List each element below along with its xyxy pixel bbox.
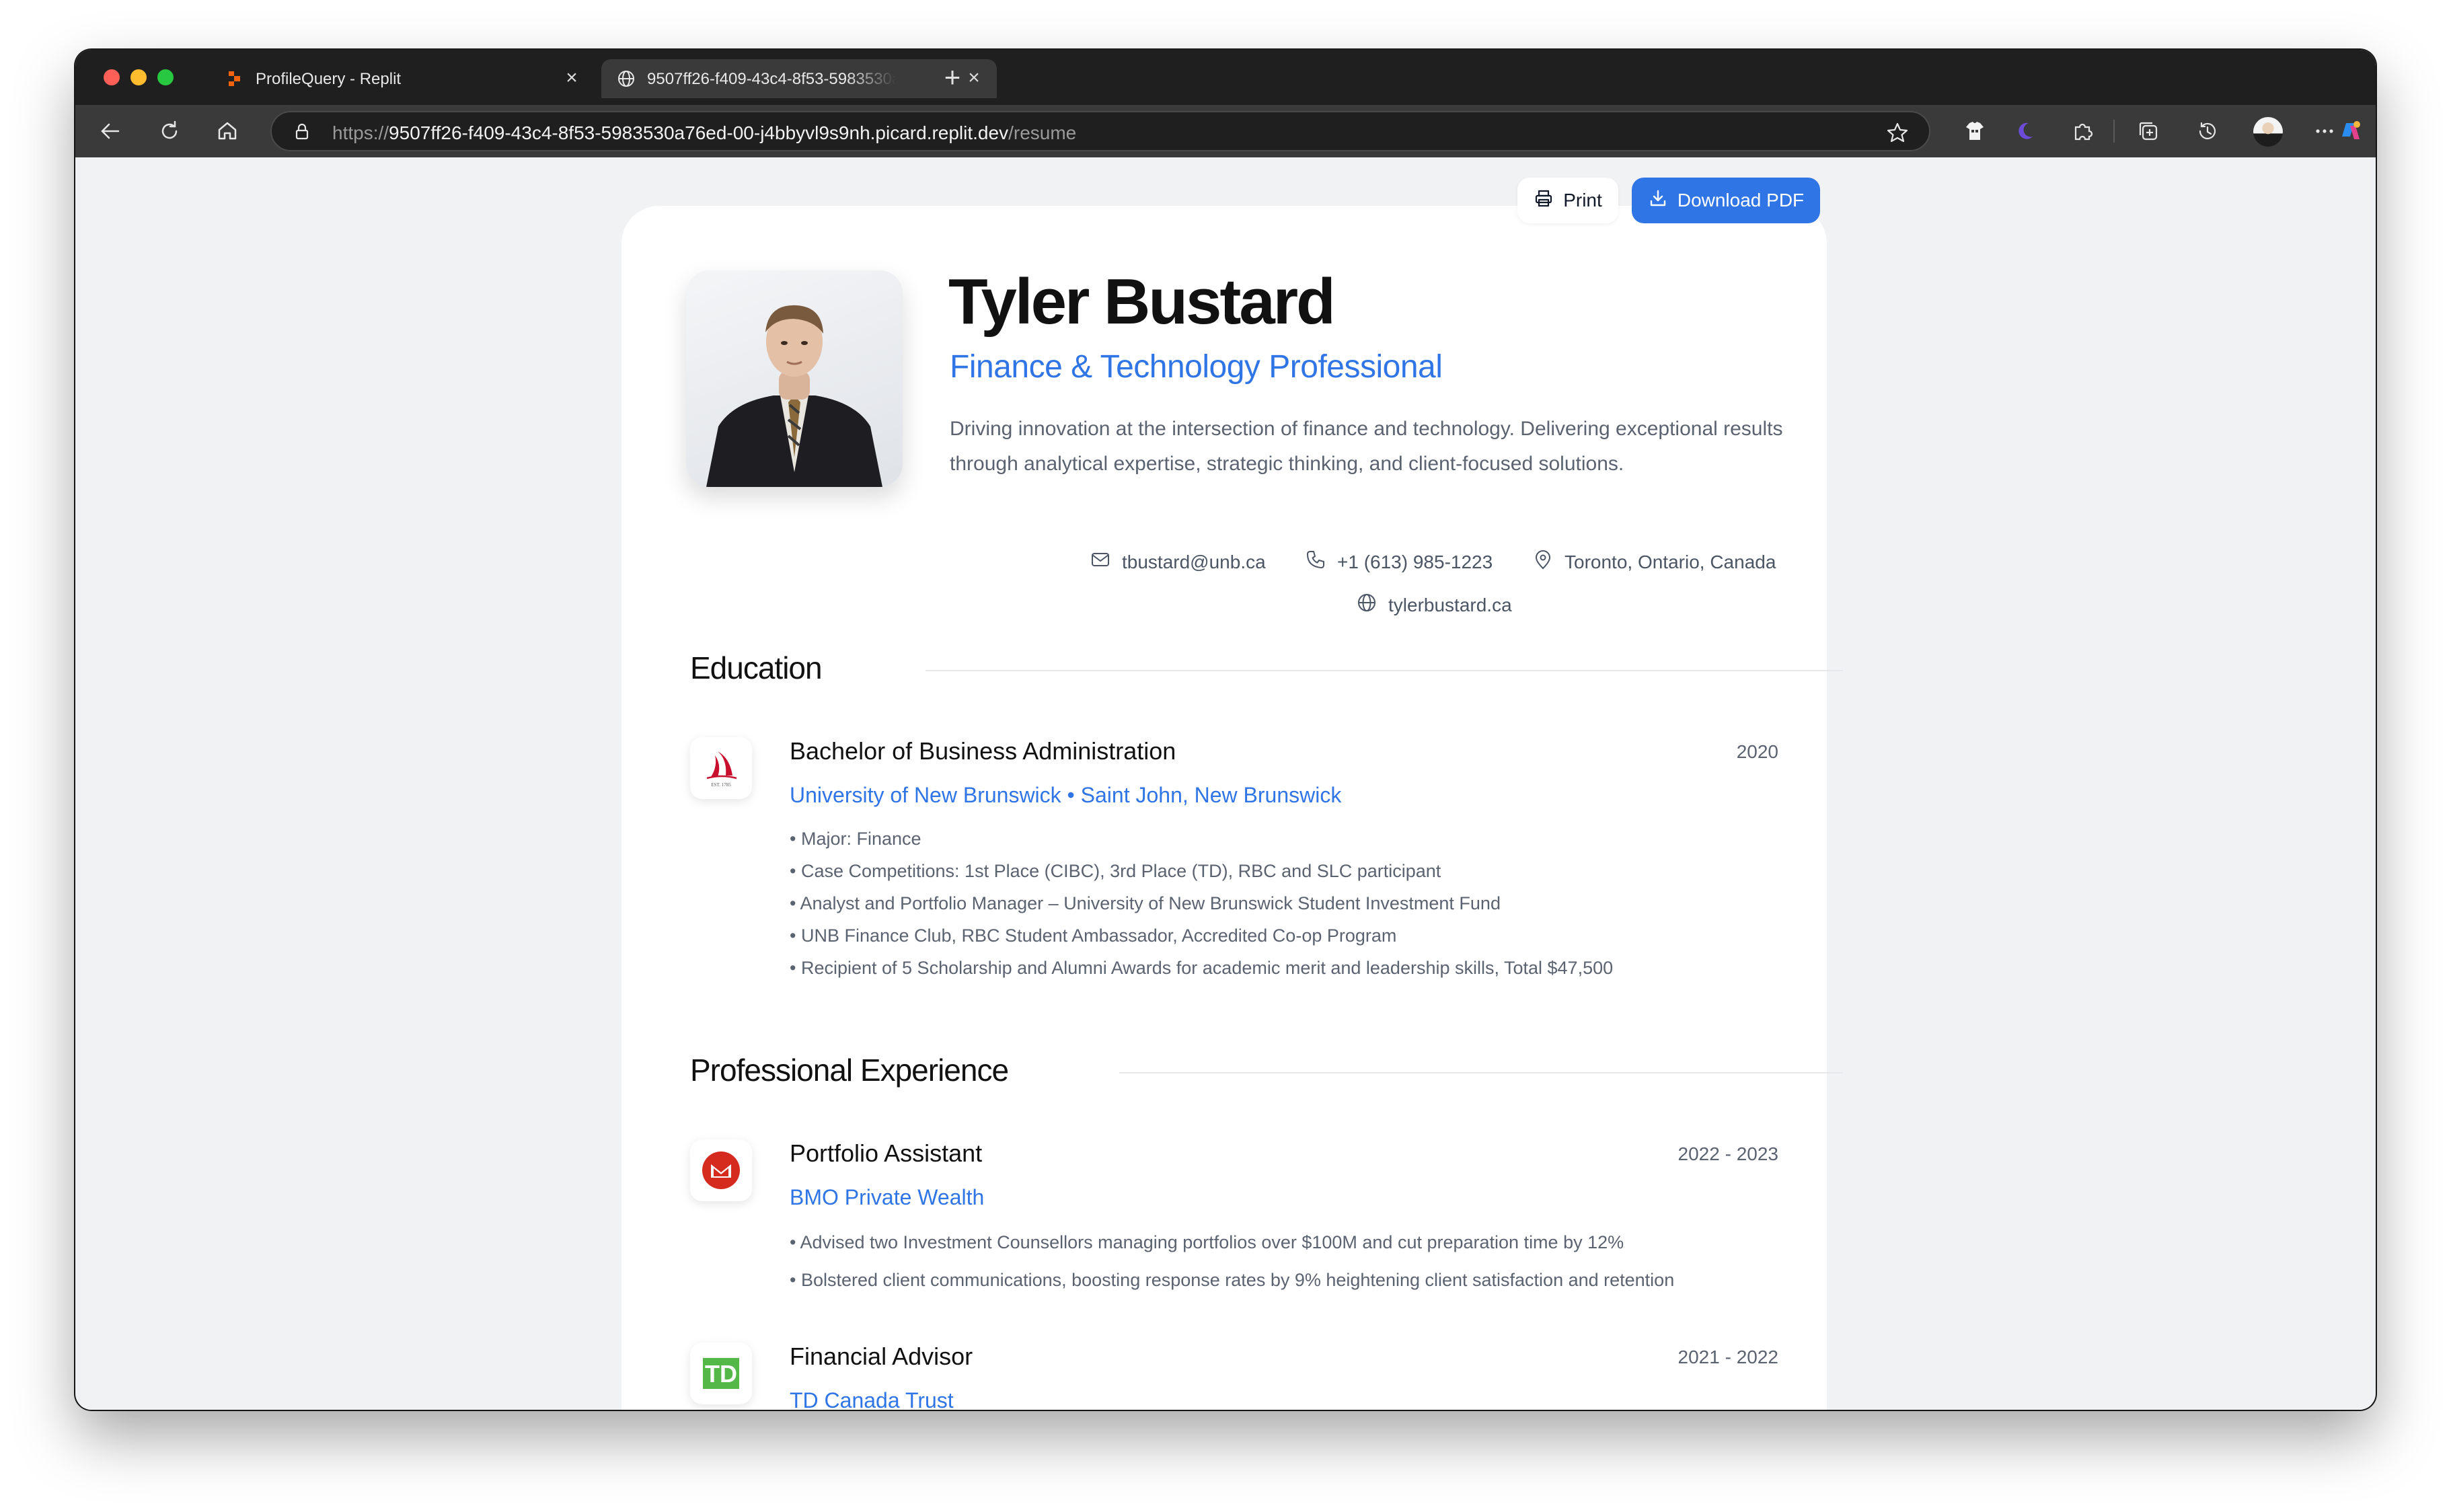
degree-title: Bachelor of Business Administration <box>790 737 1176 765</box>
profile-summary: Driving innovation at the intersection o… <box>950 418 1783 475</box>
history-icon[interactable] <box>2194 118 2221 145</box>
download-icon <box>1648 188 1668 213</box>
tab-title: ProfileQuery - Replit <box>256 70 402 88</box>
extension-shirt-icon[interactable] <box>1961 118 1988 145</box>
phone-icon <box>1305 549 1326 575</box>
browser-window: ProfileQuery - Replit × 9507ff26-f409-43… <box>75 50 2376 1410</box>
maximize-window-button[interactable] <box>157 69 174 85</box>
tab-profilequery[interactable]: ProfileQuery - Replit × <box>210 59 595 98</box>
education-heading: Education <box>690 650 823 685</box>
tab-strip: ProfileQuery - Replit × 9507ff26-f409-43… <box>75 50 2376 105</box>
contact-website[interactable]: tylerbustard.ca <box>1356 592 1512 618</box>
copilot-icon[interactable] <box>2337 118 2364 145</box>
contact-phone[interactable]: +1 (613) 985-1223 <box>1305 549 1493 575</box>
list-item: • Analyst and Portfolio Manager – Univer… <box>790 893 1501 913</box>
unb-logo-text: EST. 1785 <box>711 782 731 788</box>
close-icon[interactable]: × <box>561 67 582 89</box>
back-icon[interactable] <box>96 116 125 146</box>
job-title: Financial Advisor <box>790 1343 973 1370</box>
company-link[interactable]: TD Canada Trust <box>790 1388 954 1410</box>
browser-toolbar: https://9507ff26-f409-43c4-8f53-5983530a… <box>75 105 2376 157</box>
extension-moon-icon[interactable] <box>2012 118 2039 145</box>
globe-icon <box>616 69 636 89</box>
phone-text: +1 (613) 985-1223 <box>1337 551 1493 572</box>
tab-title: 9507ff26-f409-43c4-8f53-5983530a76ed-00-… <box>647 70 896 88</box>
email-text: tbustard@unb.ca <box>1122 551 1266 572</box>
contact-email[interactable]: tbustard@unb.ca <box>1090 549 1266 575</box>
job-dates: 2022 - 2023 <box>1677 1143 1778 1164</box>
extensions-puzzle-icon[interactable] <box>2069 118 2096 145</box>
section-divider <box>926 670 1843 671</box>
profile-photo <box>686 270 903 487</box>
page-viewport: Print Download PDF Tyler Bustard Finance… <box>81 157 2370 1410</box>
reload-icon[interactable] <box>155 116 184 146</box>
star-icon[interactable] <box>1886 121 1909 144</box>
mail-icon <box>1090 549 1111 575</box>
school-link[interactable]: University of New Brunswick • Saint John… <box>790 783 1341 808</box>
profile-name: Tyler Bustard <box>948 266 1336 338</box>
download-pdf-button[interactable]: Download PDF <box>1632 178 1820 223</box>
list-item: • Advised two Investment Counsellors man… <box>790 1232 1624 1252</box>
download-label: Download PDF <box>1677 190 1805 211</box>
new-tab-button[interactable]: + <box>938 63 967 93</box>
website-text: tylerbustard.ca <box>1388 594 1512 615</box>
globe-icon <box>1356 592 1378 618</box>
close-window-button[interactable] <box>104 69 120 85</box>
lock-icon[interactable] <box>292 122 312 142</box>
td-logo-text: TD <box>705 1360 737 1388</box>
location-text: Toronto, Ontario, Canada <box>1564 551 1776 572</box>
avatar[interactable] <box>2253 117 2283 147</box>
list-item: • Bolstered client communications, boost… <box>790 1270 1675 1290</box>
map-pin-icon <box>1532 549 1554 575</box>
td-logo: TD <box>690 1343 752 1404</box>
collections-icon[interactable] <box>2135 118 2162 145</box>
url-text: https://9507ff26-f409-43c4-8f53-5983530a… <box>332 122 1077 143</box>
unb-logo: EST. 1785 <box>690 737 752 799</box>
print-label: Print <box>1563 190 1602 211</box>
section-divider <box>1119 1072 1843 1073</box>
contact-location: Toronto, Ontario, Canada <box>1532 549 1776 575</box>
address-bar[interactable]: https://9507ff26-f409-43c4-8f53-5983530a… <box>270 111 1930 151</box>
bmo-logo <box>690 1139 752 1201</box>
toolbar-divider <box>2113 120 2115 143</box>
more-icon[interactable] <box>2311 118 2338 145</box>
print-button[interactable]: Print <box>1517 178 1618 223</box>
minimize-window-button[interactable] <box>130 69 147 85</box>
printer-icon <box>1534 188 1554 213</box>
education-year: 2020 <box>1736 741 1778 762</box>
profile-role: Finance & Technology Professional <box>950 349 1443 385</box>
company-link[interactable]: BMO Private Wealth <box>790 1185 984 1210</box>
list-item: • Recipient of 5 Scholarship and Alumni … <box>790 958 1614 978</box>
list-item: • Case Competitions: 1st Place (CIBC), 3… <box>790 861 1441 881</box>
job-title: Portfolio Assistant <box>790 1139 983 1167</box>
list-item: • UNB Finance Club, RBC Student Ambassad… <box>790 925 1397 946</box>
job-dates: 2021 - 2022 <box>1677 1347 1778 1367</box>
list-item: • Major: Finance <box>790 829 921 849</box>
experience-heading: Professional Experience <box>690 1053 1009 1088</box>
home-icon[interactable] <box>213 116 242 146</box>
replit-icon <box>225 69 245 89</box>
